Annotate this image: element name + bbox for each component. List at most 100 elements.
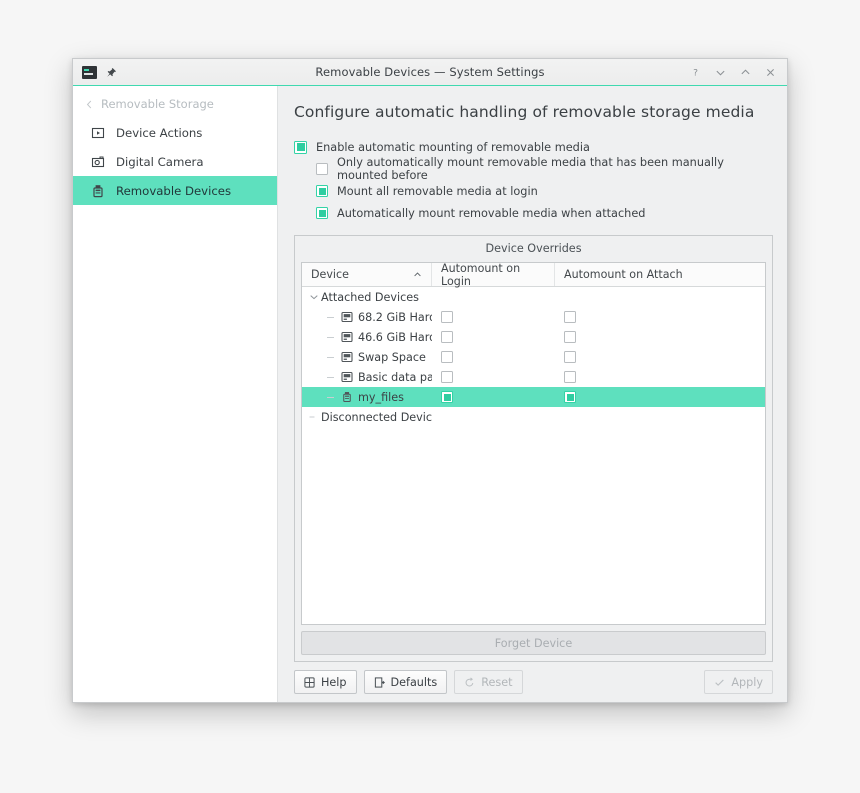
option-label: Mount all removable media at login [337,184,538,198]
button-label: Help [321,675,347,689]
cell-automount-on-login [432,407,555,427]
hard-drive-icon [339,371,354,383]
tree-leaf-marker-icon[interactable] [307,412,321,422]
tree-branch: 68.2 GiB Hard... [302,311,432,324]
cell-automount-on-login[interactable] [432,387,555,407]
maximize-button[interactable] [739,66,752,79]
table-row[interactable]: Attached Devices [302,287,765,307]
sidebar-item-digital-camera[interactable]: Digital Camera [73,147,277,176]
cell-device: 46.6 GiB Hard... [302,327,432,347]
checkbox-automount-on-login[interactable] [441,331,453,343]
device-name: Swap Space [358,350,426,364]
tree-group-label: Attached Devices [321,290,419,304]
button-label: Apply [731,675,763,689]
usb-drive-icon [90,183,105,198]
table-row[interactable]: Basic data par... [302,367,765,387]
sidebar-item-removable-devices[interactable]: Removable Devices [73,176,277,205]
column-header-device[interactable]: Device [302,263,432,286]
footer-button-bar: Help Defaults Reset Apply [278,662,787,702]
window-body: Removable Storage Device Actions Digital… [73,86,787,702]
option-row-enable-automatic-mounting[interactable]: Enable automatic mounting of removable m… [294,136,773,158]
cell-automount-on-attach[interactable] [555,367,765,387]
checkbox-only-manually-mounted[interactable] [316,163,328,175]
sidebar-item-device-actions[interactable]: Device Actions [73,118,277,147]
titlebar-window-controls: ? [689,66,781,79]
cell-automount-on-attach[interactable] [555,347,765,367]
table-row[interactable]: 68.2 GiB Hard... [302,307,765,327]
checkbox-automount-on-attach[interactable] [564,371,576,383]
cell-automount-on-login[interactable] [432,307,555,327]
tree-branch: my_files [302,391,432,404]
system-settings-window: Removable Devices — System Settings ? Re… [72,58,788,703]
cell-automount-on-attach[interactable] [555,387,765,407]
device-overrides-table: Device Automount on Login Automount on A… [301,262,766,625]
window-titlebar[interactable]: Removable Devices — System Settings ? [73,59,787,86]
checkbox-enable-automatic-mounting[interactable] [294,140,307,154]
sidebar: Removable Storage Device Actions Digital… [73,86,278,702]
sort-ascending-icon [413,270,422,279]
table-body: Attached Devices 68.2 GiB Har 46.6 GiB H… [302,287,765,624]
sidebar-item-label: Device Actions [116,125,203,140]
checkbox-automount-on-login[interactable] [441,351,453,363]
option-label: Automatically mount removable media when… [337,206,646,220]
usb-drive-icon [339,391,354,403]
cell-device: Disconnected Devices [302,407,432,427]
chevron-down-icon[interactable] [307,292,321,302]
device-name: 46.6 GiB Hard... [358,330,432,344]
checkbox-automount-on-attach[interactable] [564,311,576,323]
option-row-only-manually-mounted[interactable]: Only automatically mount removable media… [294,156,773,182]
desktop-background: Removable Devices — System Settings ? Re… [0,0,860,793]
button-label: Defaults [390,675,438,689]
reset-button[interactable]: Reset [454,670,523,694]
checkbox-automount-on-attach[interactable] [564,351,576,363]
device-actions-icon [90,125,105,140]
button-label: Reset [481,675,513,689]
table-row[interactable]: Swap Space [302,347,765,367]
table-row[interactable]: my_files [302,387,765,407]
table-row[interactable]: 46.6 GiB Hard... [302,327,765,347]
device-name: 68.2 GiB Hard... [358,310,432,324]
cell-automount-on-login[interactable] [432,327,555,347]
cell-automount-on-attach[interactable] [555,327,765,347]
option-label: Enable automatic mounting of removable m… [316,140,590,154]
help-button[interactable]: ? [689,66,702,79]
reset-icon [464,677,475,688]
checkbox-automount-on-login[interactable] [441,391,453,403]
breadcrumb-back-removable-storage[interactable]: Removable Storage [73,90,277,118]
column-header-automount-on-attach[interactable]: Automount on Attach [555,263,765,286]
cell-automount-on-login[interactable] [432,347,555,367]
keep-above-pin-icon[interactable] [106,67,117,78]
chevron-left-icon [85,100,94,109]
tree-branch: Attached Devices [302,291,432,304]
forget-device-button[interactable]: Forget Device [301,631,766,655]
device-name: Basic data par... [358,370,432,384]
checkbox-automount-on-login[interactable] [441,311,453,323]
table-row[interactable]: Disconnected Devices [302,407,765,427]
minimize-button[interactable] [714,66,727,79]
cell-automount-on-attach[interactable] [555,307,765,327]
titlebar-left-icons [79,65,117,79]
defaults-icon [374,676,385,688]
option-row-mount-when-attached[interactable]: Automatically mount removable media when… [294,202,773,224]
column-header-label: Automount on Login [441,262,521,288]
main-panel: Configure automatic handling of removabl… [278,86,787,702]
apply-button[interactable]: Apply [704,670,773,694]
checkbox-automount-on-login[interactable] [441,371,453,383]
defaults-button[interactable]: Defaults [363,670,448,694]
hard-drive-icon [339,331,354,343]
tree-branch: Swap Space [302,351,432,364]
checkbox-mount-at-login[interactable] [316,185,328,197]
column-header-automount-on-login[interactable]: Automount on Login [432,262,555,288]
close-button[interactable] [764,66,777,79]
option-row-mount-at-login[interactable]: Mount all removable media at login [294,180,773,202]
automount-options: Enable automatic mounting of removable m… [278,136,787,224]
tree-branch: Basic data par... [302,371,432,384]
cell-automount-on-login[interactable] [432,367,555,387]
checkbox-automount-on-attach[interactable] [564,391,576,403]
cell-device: Swap Space [302,347,432,367]
help-button[interactable]: Help [294,670,357,694]
tree-branch: Disconnected Devices [302,411,432,424]
checkbox-mount-when-attached[interactable] [316,207,328,219]
checkbox-automount-on-attach[interactable] [564,331,576,343]
digital-camera-icon [90,154,105,169]
